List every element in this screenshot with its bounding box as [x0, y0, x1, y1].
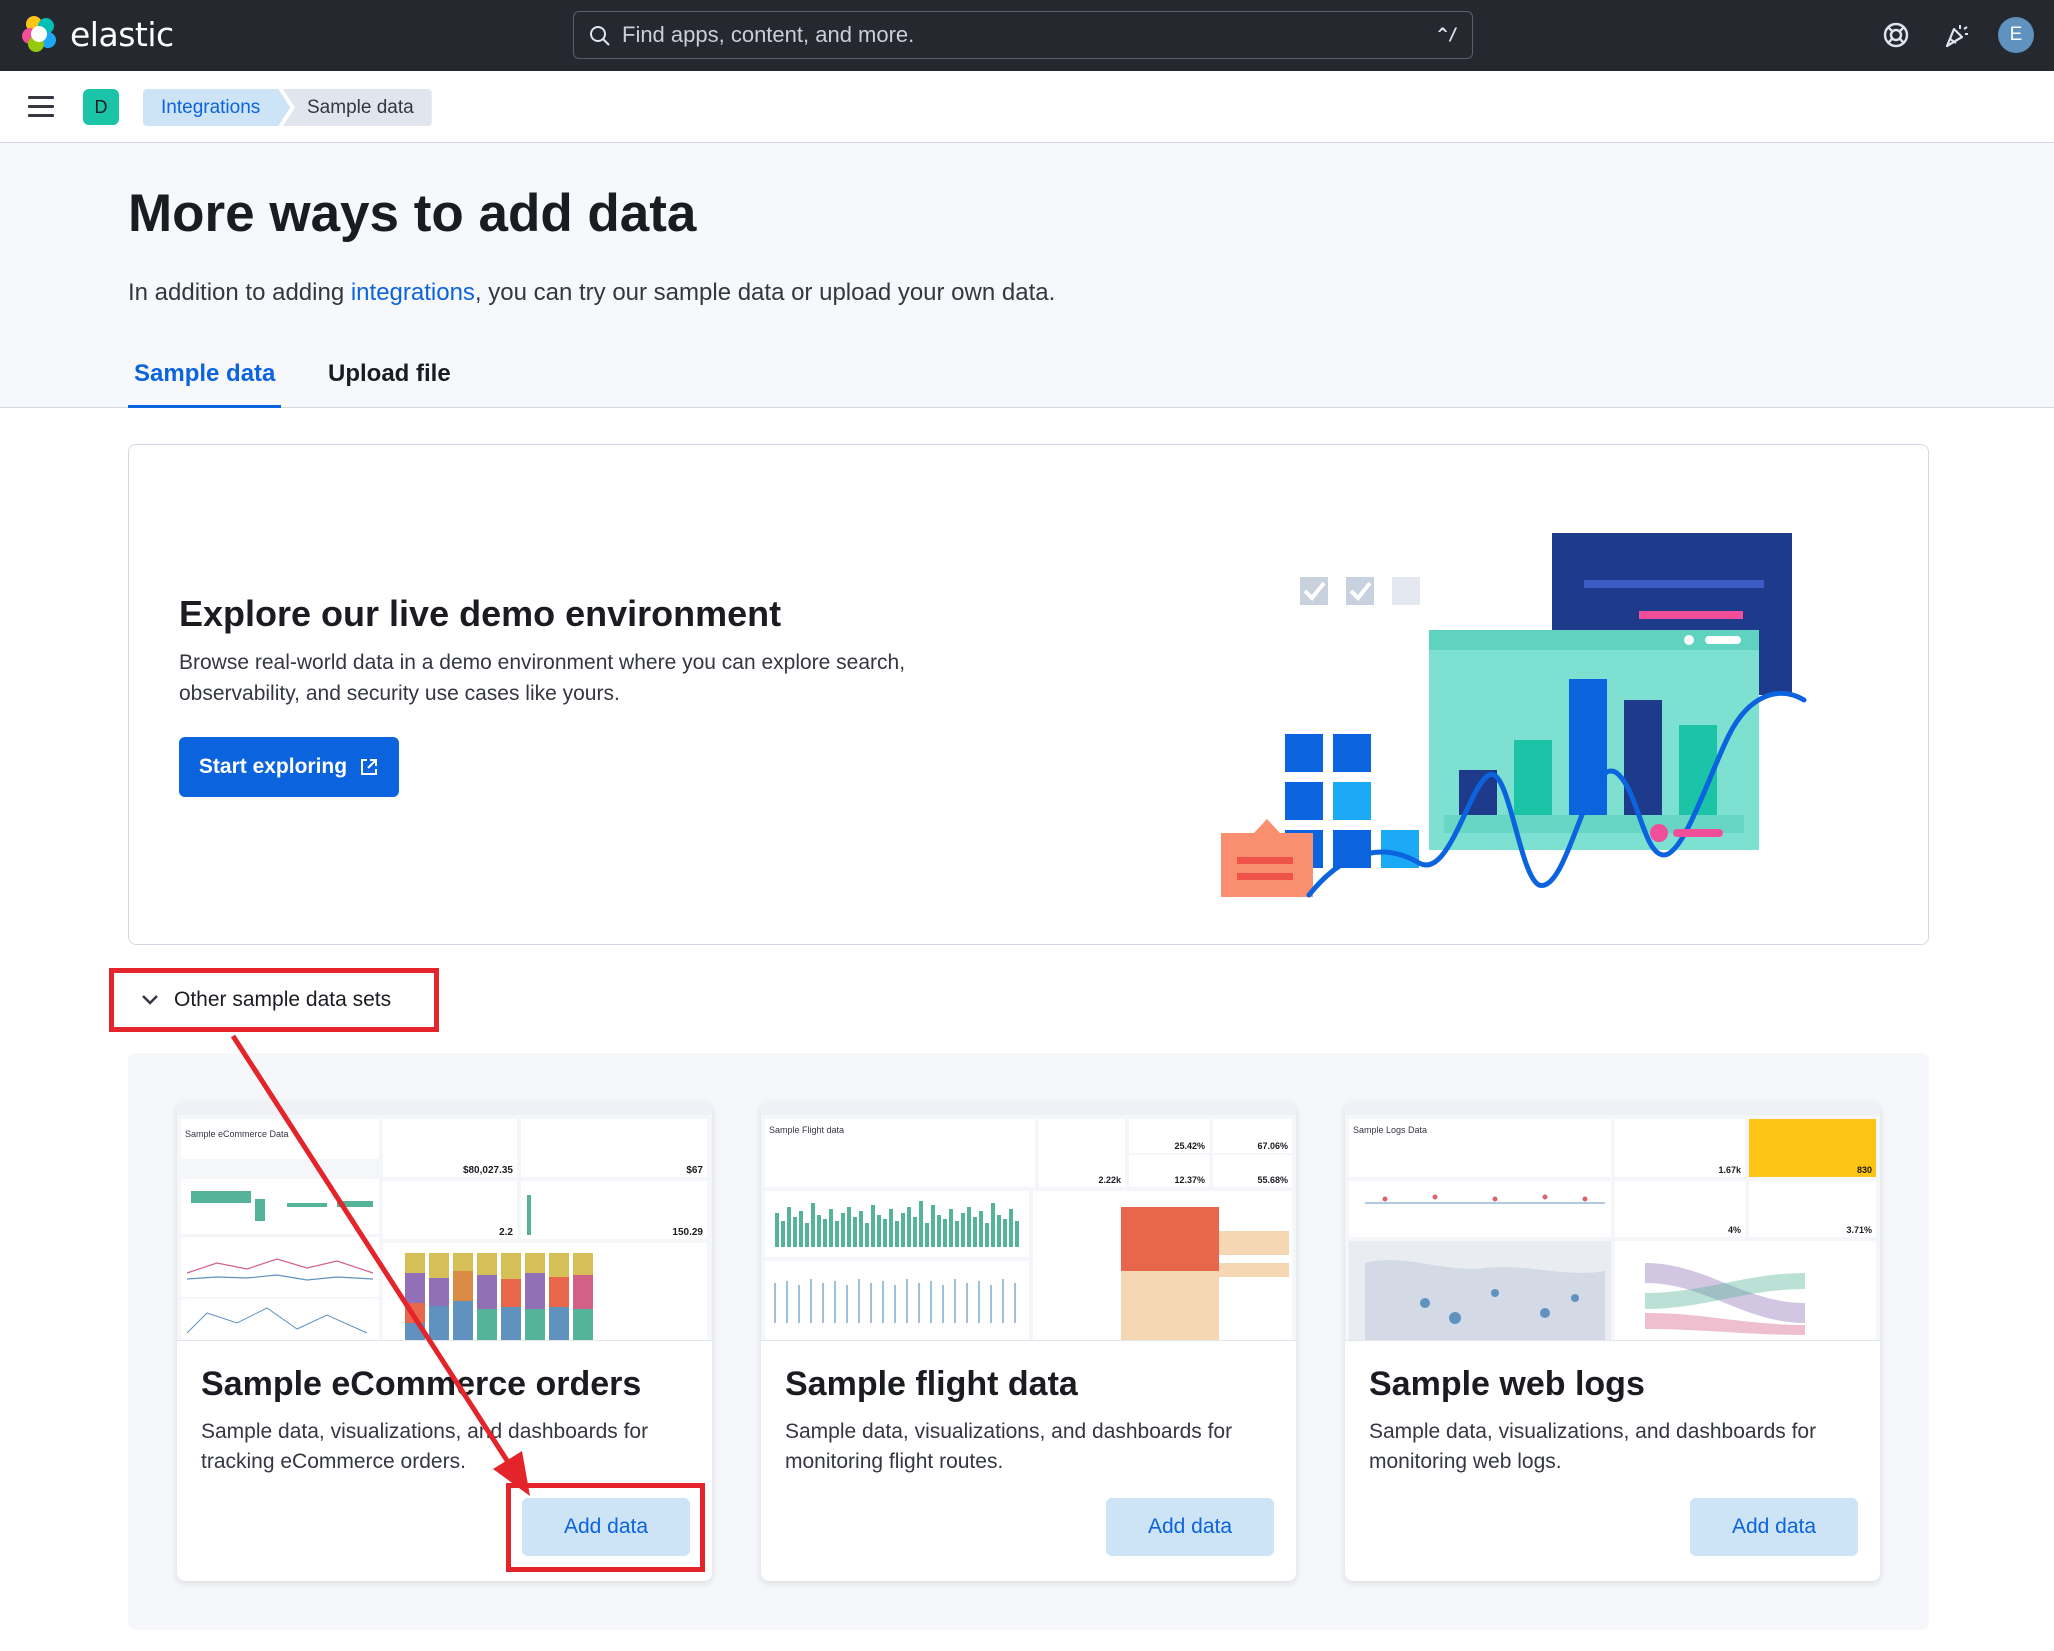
- tab-upload-file[interactable]: Upload file: [322, 360, 457, 408]
- svg-text:Sample eCommerce Data: Sample eCommerce Data: [185, 1129, 289, 1139]
- top-header-bar: elastic ^/ E: [0, 0, 2054, 71]
- tab-sample-data[interactable]: Sample data: [128, 360, 282, 408]
- demo-title: Explore our live demo environment: [179, 593, 782, 634]
- svg-text:3.71%: 3.71%: [1846, 1225, 1872, 1235]
- demo-environment-panel: Explore our live demo environment Browse…: [128, 444, 1929, 945]
- svg-text:55.68%: 55.68%: [1257, 1175, 1288, 1185]
- breadcrumb-integrations[interactable]: Integrations: [143, 89, 290, 126]
- search-shortcut-hint: ^/: [1437, 25, 1458, 45]
- card-description: Sample data, visualizations, and dashboa…: [201, 1420, 649, 1473]
- card-title: Sample flight data: [785, 1365, 1078, 1403]
- svg-text:$67: $67: [686, 1165, 703, 1176]
- external-link-icon: [361, 759, 378, 775]
- space-avatar[interactable]: D: [83, 89, 119, 125]
- annotation-highlight-box: [506, 1483, 705, 1572]
- elastic-logo-icon: [22, 16, 56, 52]
- integrations-link[interactable]: integrations: [351, 279, 475, 306]
- svg-text:25.42%: 25.42%: [1174, 1141, 1205, 1151]
- svg-text:2.2: 2.2: [499, 1227, 513, 1238]
- card-description: Sample data, visualizations, and dashboa…: [1369, 1420, 1817, 1473]
- demo-illustration: [1221, 533, 1807, 898]
- svg-text:$80,027.35: $80,027.35: [463, 1165, 513, 1176]
- add-data-button[interactable]: Add data: [1690, 1498, 1858, 1556]
- breadcrumb-sample-data: Sample data: [283, 89, 432, 126]
- user-avatar[interactable]: E: [1998, 17, 2034, 53]
- page-header: More ways to add data In addition to add…: [0, 143, 2054, 408]
- svg-text:150.29: 150.29: [672, 1227, 703, 1238]
- svg-text:Sample Logs Data: Sample Logs Data: [1353, 1125, 1427, 1135]
- svg-text:830: 830: [1857, 1165, 1872, 1175]
- page-description: In addition to adding integrations, you …: [128, 279, 1056, 306]
- help-icon[interactable]: [1878, 17, 1914, 53]
- global-search[interactable]: ^/: [573, 11, 1473, 59]
- search-icon: [590, 26, 610, 46]
- card-title: Sample web logs: [1369, 1365, 1645, 1403]
- card-web-logs: Sample Logs Data 1.67k 830 4% 3.71% Samp…: [1345, 1103, 1880, 1581]
- elastic-logo[interactable]: elastic: [20, 14, 174, 54]
- menu-icon[interactable]: [28, 96, 54, 118]
- card-title: Sample eCommerce orders: [201, 1365, 642, 1403]
- card-flights: Sample Flight data 2.22k 25.42% 67.06% 1…: [761, 1103, 1296, 1581]
- demo-description: Browse real-world data in a demo environ…: [179, 651, 906, 705]
- chevron-down-icon: [142, 995, 158, 1005]
- svg-text:4%: 4%: [1728, 1225, 1741, 1235]
- start-exploring-button[interactable]: Start exploring: [179, 737, 399, 797]
- breadcrumb-bar: D Integrations Sample data: [0, 71, 2054, 143]
- ecommerce-dashboard-thumbnail: Sample eCommerce Data $80,027.35 $67 2.2…: [177, 1103, 712, 1341]
- svg-text:Sample Flight data: Sample Flight data: [769, 1125, 844, 1135]
- svg-text:67.06%: 67.06%: [1257, 1141, 1288, 1151]
- page-title: More ways to add data: [128, 184, 697, 243]
- flights-dashboard-thumbnail: Sample Flight data 2.22k 25.42% 67.06% 1…: [761, 1103, 1296, 1341]
- card-description: Sample data, visualizations, and dashboa…: [785, 1420, 1233, 1473]
- other-sample-data-sets-toggle[interactable]: Other sample data sets: [109, 968, 439, 1032]
- news-feed-icon[interactable]: [1938, 17, 1974, 53]
- svg-text:12.37%: 12.37%: [1174, 1175, 1205, 1185]
- add-data-button[interactable]: Add data: [1106, 1498, 1274, 1556]
- toggle-label: Other sample data sets: [174, 988, 392, 1011]
- web-logs-dashboard-thumbnail: Sample Logs Data 1.67k 830 4% 3.71%: [1345, 1103, 1880, 1341]
- start-exploring-label: Start exploring: [198, 755, 348, 778]
- svg-text:1.67k: 1.67k: [1718, 1165, 1742, 1175]
- logo-text: elastic: [70, 14, 174, 54]
- svg-text:2.22k: 2.22k: [1098, 1175, 1122, 1185]
- search-input[interactable]: [622, 12, 1402, 57]
